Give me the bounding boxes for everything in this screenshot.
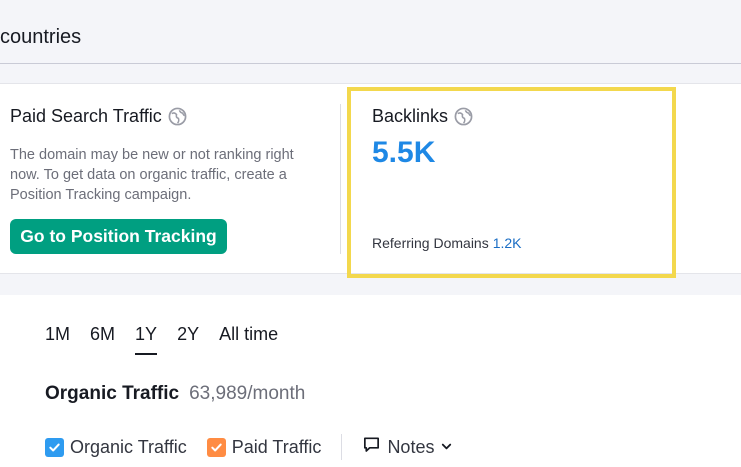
backlinks-title-label: Backlinks xyxy=(372,106,449,126)
period-2y[interactable]: 2Y xyxy=(177,324,199,351)
paid-search-title: Paid Search Traffic xyxy=(10,106,187,127)
chevron-down-icon xyxy=(440,437,453,458)
organic-traffic-checkbox[interactable] xyxy=(45,437,64,457)
backlinks-title: Backlinks xyxy=(372,106,473,127)
paid-search-description: The domain may be new or not ranking rig… xyxy=(10,147,294,203)
legend-paid-traffic[interactable]: Paid Traffic xyxy=(206,436,322,458)
go-to-position-tracking-button[interactable]: Go to Position Tracking xyxy=(10,219,227,254)
period-6m[interactable]: 6M xyxy=(90,324,115,351)
page-title: countries xyxy=(0,26,82,48)
paid-search-title-label: Paid Search Traffic xyxy=(10,106,162,126)
globe-icon[interactable] xyxy=(454,107,473,126)
legend-divider xyxy=(341,434,343,460)
globe-icon[interactable] xyxy=(168,107,187,126)
referring-domains: Referring Domains 1.2K xyxy=(372,235,522,251)
notes-dropdown[interactable]: Notes xyxy=(362,435,453,459)
period-all-time[interactable]: All time xyxy=(219,324,278,351)
backlinks-value[interactable]: 5.5K xyxy=(372,136,435,170)
card-divider xyxy=(340,104,341,254)
top-bar: countries xyxy=(0,0,741,64)
period-1m[interactable]: 1M xyxy=(45,324,70,351)
organic-traffic-value: 63,989/month xyxy=(189,383,306,404)
organic-traffic-summary: Organic Traffic 63,989/month xyxy=(45,383,305,405)
legend-paid-label: Paid Traffic xyxy=(231,436,322,457)
chart-legend: Organic Traffic Paid Traffic Notes xyxy=(45,434,453,460)
notes-icon xyxy=(362,435,381,459)
referring-domains-value[interactable]: 1.2K xyxy=(493,235,522,251)
notes-label: Notes xyxy=(387,436,435,457)
organic-traffic-label: Organic Traffic xyxy=(45,383,180,404)
period-1y[interactable]: 1Y xyxy=(135,324,158,355)
legend-organic-label: Organic Traffic xyxy=(70,436,187,457)
legend-organic-traffic[interactable]: Organic Traffic xyxy=(45,437,187,458)
period-selector: 1M 6M 1Y 2Y All time xyxy=(45,324,298,355)
paid-traffic-checkbox[interactable] xyxy=(206,437,226,457)
referring-domains-label: Referring Domains xyxy=(372,235,489,251)
